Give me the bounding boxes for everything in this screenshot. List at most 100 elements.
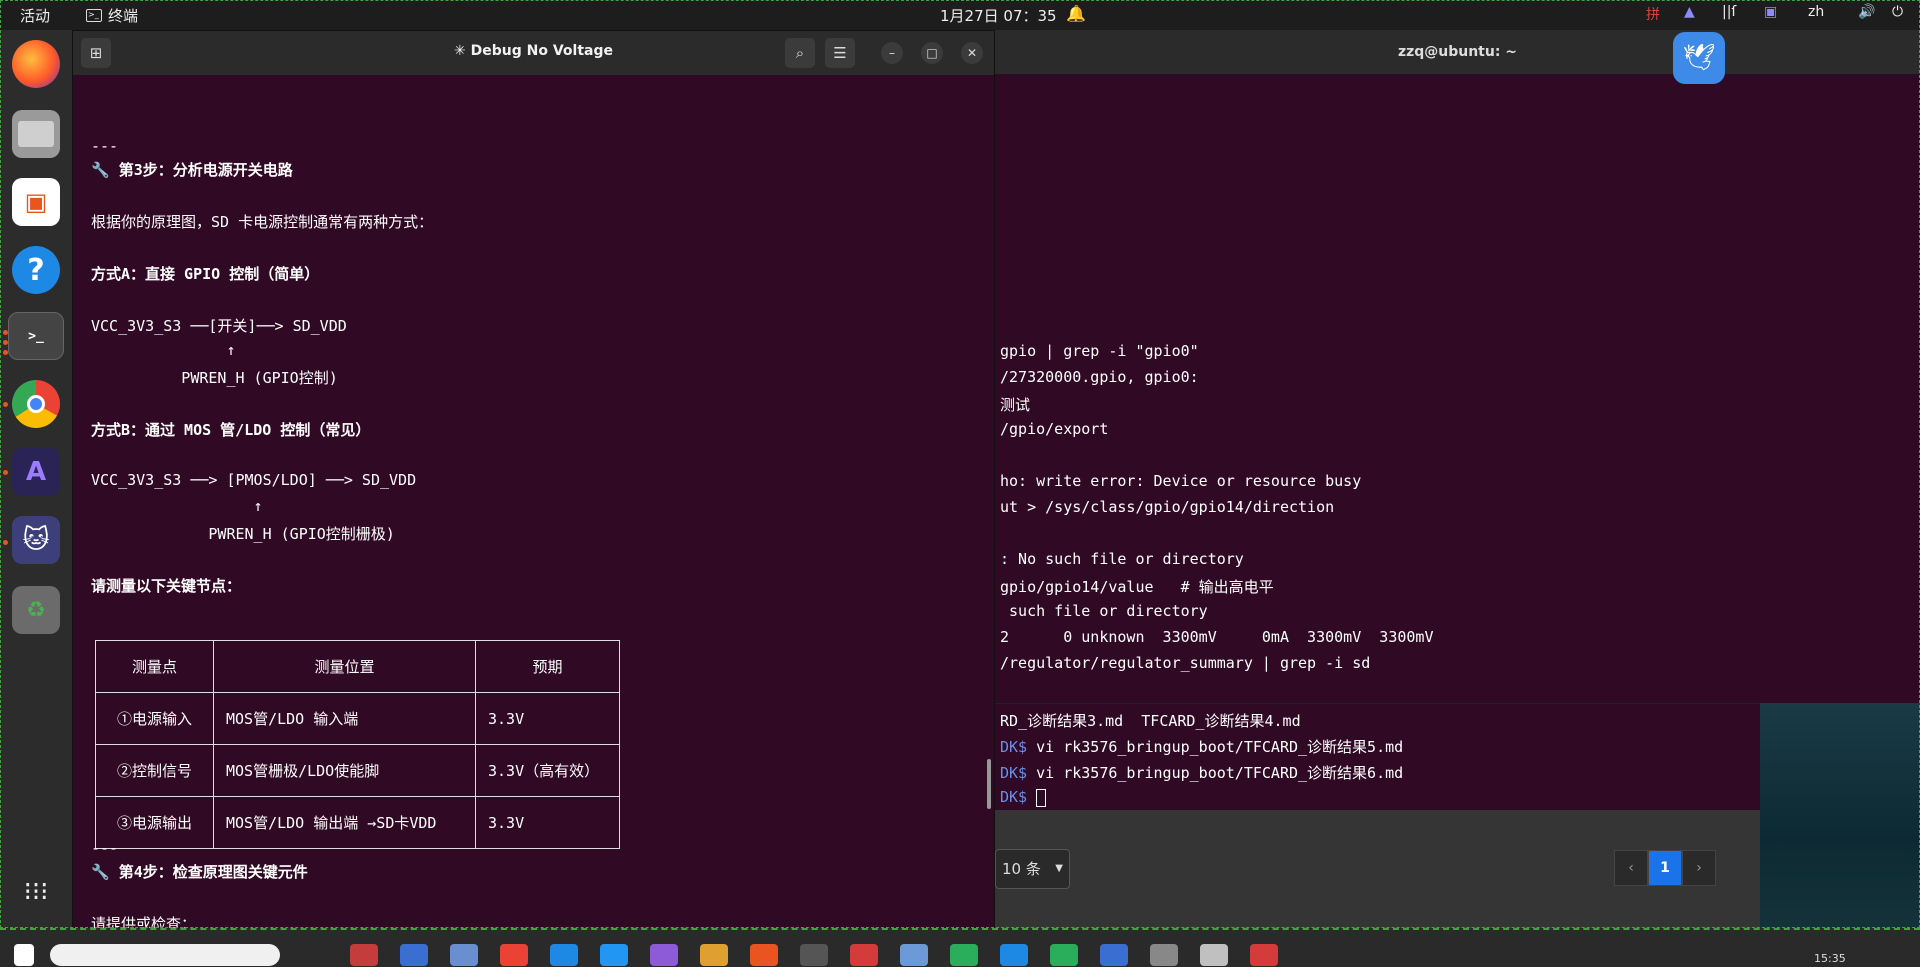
input-method-icon[interactable]: 拼 [1646,4,1660,24]
chrome-center [27,395,45,413]
top-bar: 活动 >_ 终端 1月27日 07：35 🔔 拼 ▲ ||ſ ▣ zh 🔊 ⏻ [0,0,1920,30]
scrollbar[interactable] [987,759,991,809]
menu-icon[interactable]: ☰ [825,38,855,68]
prev-page-button[interactable]: ‹ [1614,850,1648,886]
window-title: zzq@ubuntu: ~ [995,30,1920,74]
table-row: ①电源输入 MOS管/LDO 输入端 3.3V [95,692,620,745]
taskbar-app-icon[interactable] [1150,944,1178,966]
volume-icon[interactable]: 🔊 [1858,4,1875,20]
intro-text: 根据你的原理图，SD 卡电源控制通常有两种方式： [91,213,434,231]
activities-button[interactable]: 活动 [20,5,50,26]
background-terminal-window[interactable]: zzq@ubuntu: ~ 🕊 gpio | grep -i "gpio0" /… [995,30,1920,703]
terminal-line: /gpio/export [1000,420,1109,438]
taskbar-app-icon[interactable] [850,944,878,966]
show-apps-icon[interactable]: ⁝⁝⁝ [12,868,60,916]
taskbar-app-icon[interactable] [400,944,428,966]
taskbar-app-icon[interactable] [950,944,978,966]
language-indicator[interactable]: zh [1808,4,1824,20]
page-1-button[interactable]: 1 [1648,850,1682,886]
running-indicator [3,350,8,355]
clock[interactable]: 1月27日 07：35 [940,5,1057,26]
taskbar-app-icon[interactable] [1000,944,1028,966]
files-icon[interactable] [12,110,60,158]
table-header-row: 测量点 测量位置 预期 [95,640,620,693]
taskbar-app-icon[interactable] [1100,944,1128,966]
prompt-glyph-icon: >_ [28,328,44,344]
running-indicator [3,330,8,335]
maximize-button[interactable]: □ [921,42,943,64]
app-center-icon[interactable]: ▣ [12,178,60,226]
floating-bird-icon[interactable]: 🕊 [1673,32,1725,84]
close-button[interactable]: ✕ [961,42,983,64]
minimize-button[interactable]: – [881,42,903,64]
command: vi rk3576_bringup_boot/TFCARD_诊断结果5.md [1036,738,1404,756]
bag-icon: ▣ [24,188,48,216]
pagination: ‹ 1 › [1614,850,1716,886]
page-size-select[interactable]: 10 条 ▼ [995,849,1070,889]
header-bar: ⊞ ✳ Debug No Voltage ⌕ ☰ – □ ✕ [73,31,994,75]
diagram-a-line: PWREN_H (GPIO控制) [91,369,338,387]
next-page-button[interactable]: › [1682,850,1716,886]
running-indicator [3,540,8,545]
help-icon[interactable]: ? [12,246,60,294]
table-cell: ①电源输入 [95,692,214,745]
a-logo-icon: A [25,457,47,487]
taskbar-app-icon[interactable] [700,944,728,966]
terminal-dock-icon[interactable]: >_ [8,312,64,360]
table-cell: MOS管/LDO 输出端 →SD卡VDD [213,796,476,849]
cat-icon: 🐱 [22,525,50,555]
taskbar-app-icon[interactable] [350,944,378,966]
firefox-icon[interactable] [12,40,60,88]
power-icon[interactable]: ⏻ [1892,4,1903,20]
taskbar-app-icon[interactable] [1200,944,1228,966]
taskbar-app-icon[interactable] [1250,944,1278,966]
running-indicator [3,402,8,407]
app-tray-icon[interactable]: ▲ [1684,4,1695,20]
running-indicator [3,470,8,475]
second-terminal-window[interactable]: RD_诊断结果3.md TFCARD_诊断结果4.md DK$ vi rk357… [995,703,1875,810]
prompt: DK$ [1000,764,1028,782]
taskbar-app-icon[interactable] [450,944,478,966]
app-menu[interactable]: >_ 终端 [86,5,138,26]
taskbar-search-box[interactable] [50,944,280,966]
table-row: ③电源输出 MOS管/LDO 输出端 →SD卡VDD 3.3V [95,796,620,849]
method-b-heading: 方式B：通过 MOS 管/LDO 控制（常见） [91,421,371,439]
search-icon[interactable]: ⌕ [785,38,815,68]
separator: --- [91,839,119,857]
tray-app-icon[interactable]: ▣ [1764,4,1777,20]
cursor[interactable] [1036,788,1047,807]
chrome-icon[interactable] [12,380,60,428]
windows-start-icon[interactable] [14,944,34,966]
terminal-line: 2 0 unknown 3300mV 0mA 3300mV 3300mV [1000,628,1434,646]
taskbar-app-icon[interactable] [650,944,678,966]
network-icon[interactable]: ||ſ [1722,4,1736,20]
taskbar-app-icon[interactable] [550,944,578,966]
terminal-line: DK$ vi rk3576_bringup_boot/TFCARD_诊断结果5.… [1000,736,1403,757]
cat-app-icon[interactable]: 🐱 [12,516,60,564]
trash-icon[interactable]: ♻ [12,586,60,634]
terminal-icon: >_ [86,9,102,22]
prompt: DK$ [1000,738,1028,756]
table-cell: ②控制信号 [95,744,214,797]
measure-heading: 请测量以下关键节点： [91,577,242,595]
terminal-line: ut > /sys/class/gpio/gpio14/direction [1000,498,1335,516]
ai-app-icon[interactable]: A [12,448,60,496]
table-header: 测量点 [95,640,214,693]
taskbar-app-icon[interactable] [800,944,828,966]
table-cell: 3.3V [475,796,620,849]
step3-heading: 🔧 第3步：分析电源开关电路 [91,161,293,179]
method-a-heading: 方式A：直接 GPIO 控制（简单） [91,265,320,283]
recycle-icon: ♻ [26,597,46,623]
prompt: DK$ [1000,788,1028,806]
diagram-a-line: ↑ [91,341,236,359]
taskbar-app-icon[interactable] [900,944,928,966]
caret-down-icon: ▼ [1055,863,1063,874]
table-header: 测量位置 [213,640,476,693]
taskbar-app-icon[interactable] [600,944,628,966]
command: vi rk3576_bringup_boot/TFCARD_诊断结果6.md [1036,764,1404,782]
main-terminal-window[interactable]: ⊞ ✳ Debug No Voltage ⌕ ☰ – □ ✕ --- 🔧 第3步… [72,30,995,933]
taskbar-app-icon[interactable] [1050,944,1078,966]
taskbar-clock[interactable]: 15:35 [1814,952,1846,965]
taskbar-app-icon[interactable] [750,944,778,966]
taskbar-app-icon[interactable] [500,944,528,966]
